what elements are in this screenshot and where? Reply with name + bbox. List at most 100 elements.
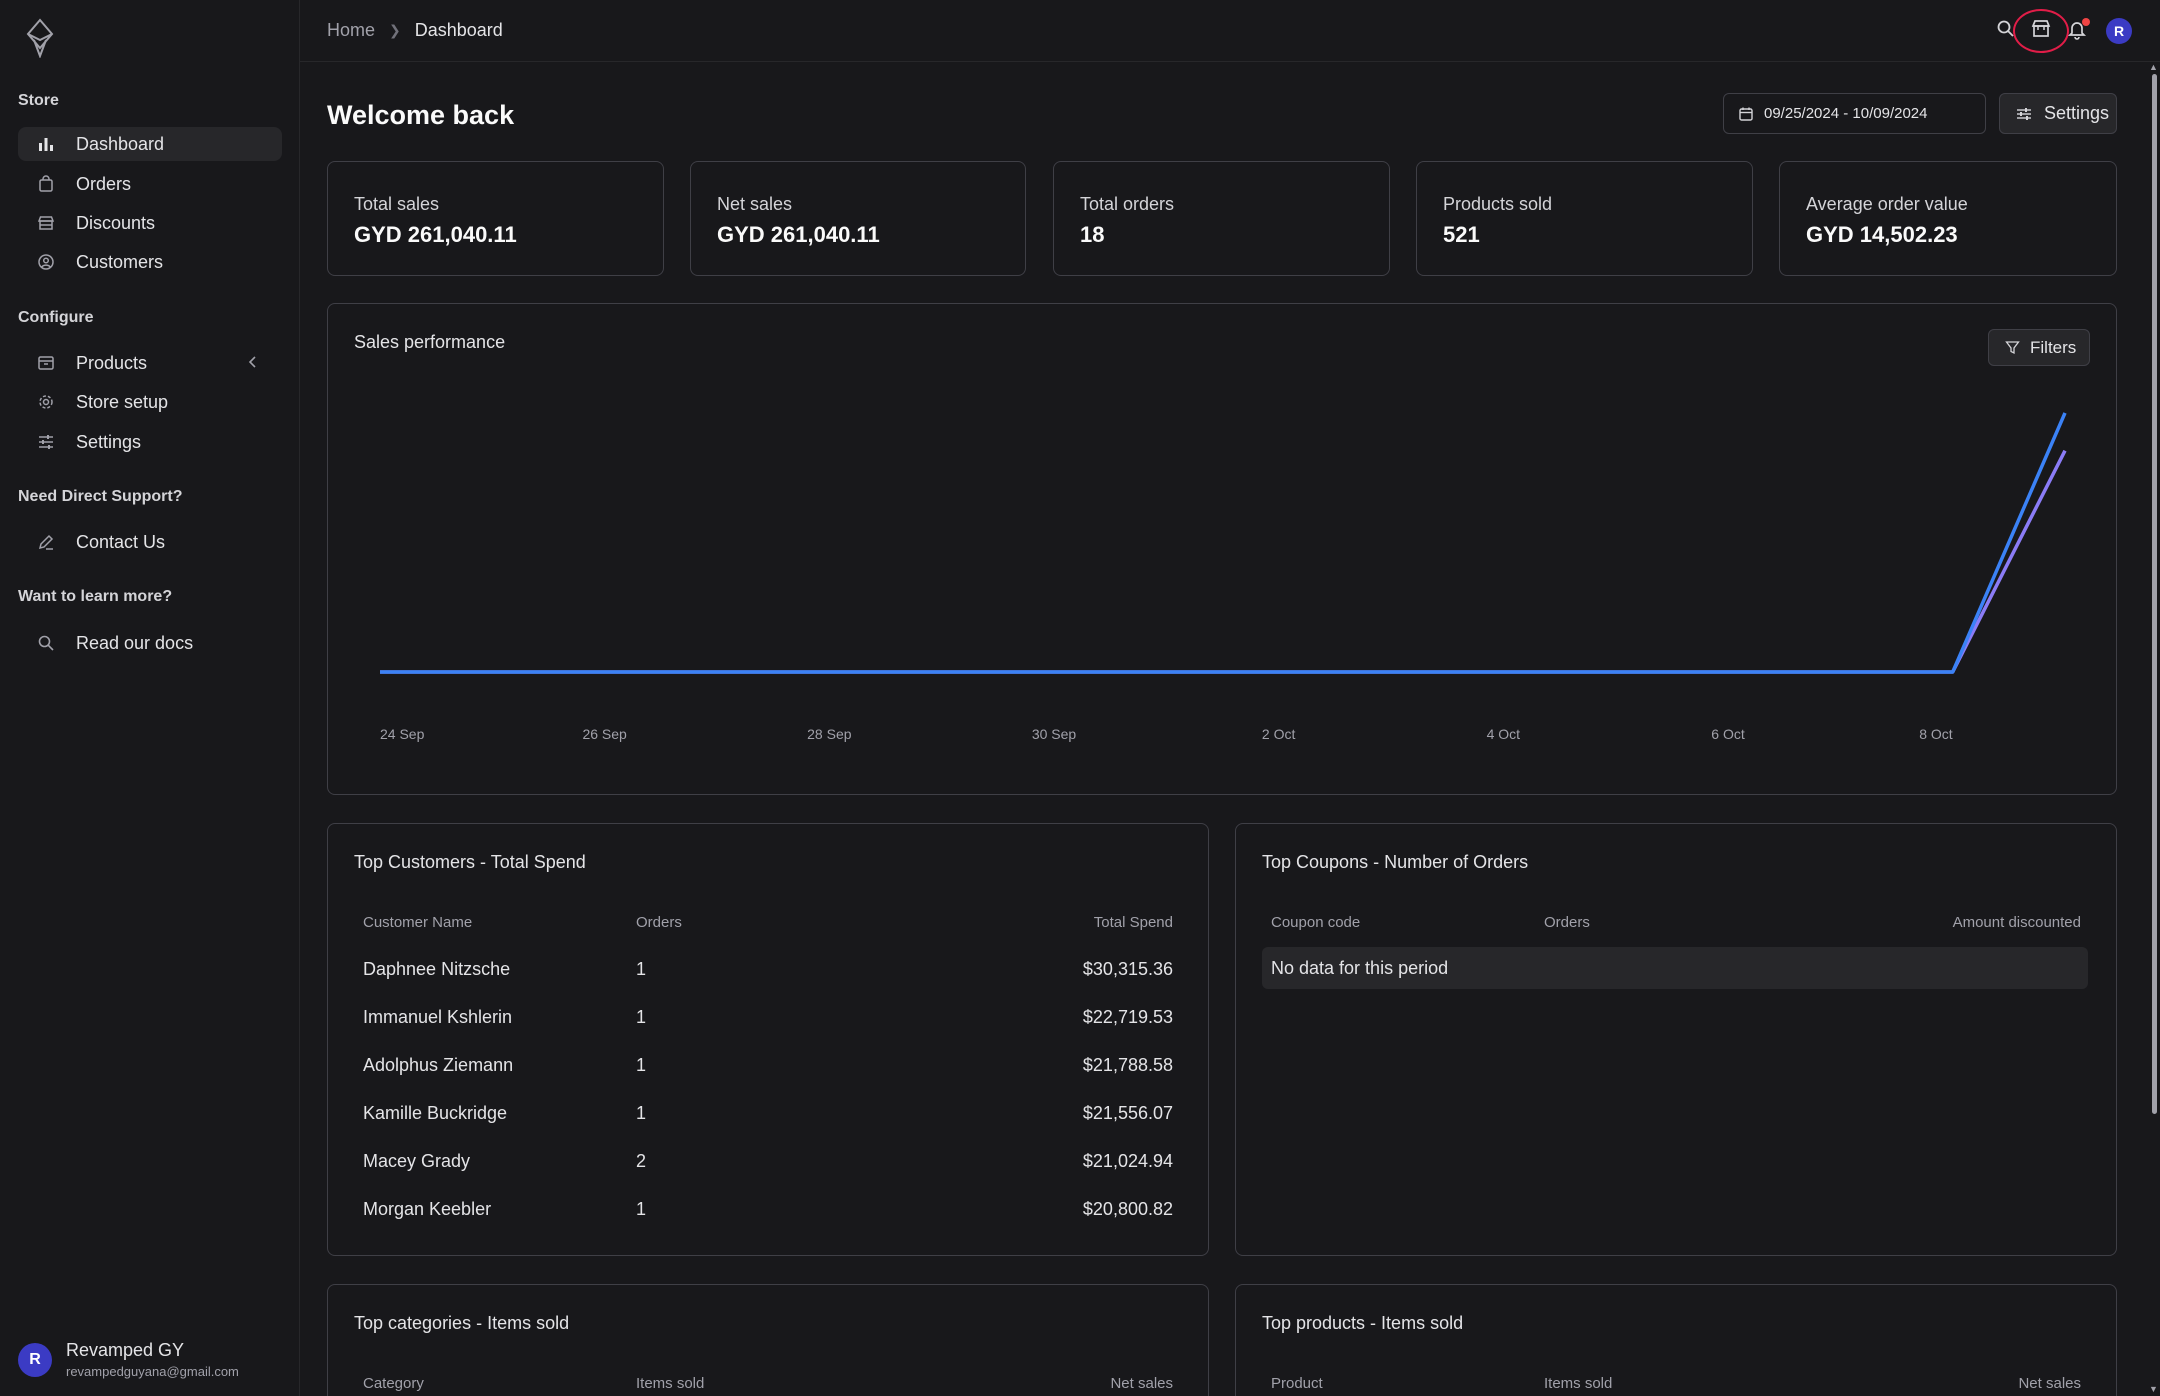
user-circle-icon	[36, 252, 56, 272]
sales-performance-card: Sales performance Filters 24 Sep 26 Sep 28…	[327, 303, 2117, 795]
avatar[interactable]: R	[2106, 18, 2132, 44]
stat-card-total-sales: Total sales GYD 261,040.11	[327, 161, 664, 276]
chevron-right-icon: ❯	[389, 22, 401, 38]
sidebar-item-label: Contact Us	[76, 531, 166, 552]
column-header-orders: Orders	[636, 914, 682, 931]
column-header-orders: Orders	[1544, 914, 1590, 931]
store-icon	[36, 213, 56, 233]
customer-name: Morgan Keebler	[363, 1199, 492, 1219]
x-tick-label: 2 Oct	[1262, 726, 1296, 742]
sidebar-item-contact-us[interactable]: Contact Us	[18, 525, 282, 559]
top-bar: Home ❯ Dashboard R	[300, 0, 2160, 62]
stat-card-total-orders: Total orders 18	[1053, 161, 1390, 276]
x-tick-label: 30 Sep	[1032, 726, 1077, 742]
sidebar-item-dashboard[interactable]: Dashboard	[18, 127, 282, 161]
x-tick-label: 8 Oct	[1919, 726, 1953, 742]
scroll-up-icon[interactable]: ▲	[2149, 62, 2159, 72]
sidebar-item-label: Customers	[76, 251, 164, 272]
column-header-category: Category	[363, 1375, 424, 1392]
breadcrumb-current: Dashboard	[414, 20, 503, 40]
stat-value: GYD 261,040.11	[717, 222, 880, 247]
column-header-product: Product	[1271, 1375, 1323, 1392]
stat-value: GYD 14,502.23	[1806, 222, 1958, 247]
customer-name: Daphnee Nitzsche	[363, 959, 511, 979]
x-tick-label: 24 Sep	[380, 726, 425, 742]
shopping-bag-icon	[36, 174, 56, 194]
bar-chart-icon	[36, 134, 56, 154]
page-title: Welcome back	[327, 100, 515, 130]
breadcrumb-home[interactable]: Home	[327, 20, 375, 41]
scroll-thumb[interactable]	[2152, 74, 2157, 1114]
stat-card-products-sold: Products sold 521	[1416, 161, 1753, 276]
sidebar-item-label: Discounts	[76, 212, 156, 233]
column-header-net-sales: Net sales	[1110, 1375, 1173, 1392]
sidebar-item-label: Orders	[76, 173, 132, 194]
user-account[interactable]: R Revamped GY revampedguyana@gmail.com	[18, 1340, 239, 1379]
x-tick-label: 28 Sep	[807, 726, 852, 742]
customer-name: Kamille Buckridge	[363, 1103, 508, 1123]
box-icon	[36, 353, 56, 373]
order-count: 1	[636, 1199, 647, 1219]
column-header-items-sold: Items sold	[636, 1375, 705, 1392]
nav-section-support: Need Direct Support?	[18, 488, 183, 505]
date-range-value: 09/25/2024 - 10/09/2024	[1764, 105, 1928, 122]
column-header-amount-discounted: Amount discounted	[1952, 914, 2081, 931]
total-spend: $20,800.82	[1082, 1199, 1173, 1219]
nav-section-configure: Configure	[18, 309, 94, 326]
sliders-icon	[36, 432, 56, 452]
card-title: Top categories - Items sold	[354, 1313, 570, 1333]
settings-button[interactable]: Settings	[1999, 93, 2117, 134]
sidebar-item-label: Read our docs	[76, 632, 194, 653]
store-icon[interactable]	[2030, 18, 2054, 42]
sidebar: Store Dashboard Orders Discounts Custome…	[0, 0, 300, 1396]
user-name: Revamped GY	[66, 1340, 185, 1360]
bell-icon[interactable]	[2066, 18, 2090, 42]
sidebar-item-label: Products	[76, 352, 148, 373]
sidebar-item-read-docs[interactable]: Read our docs	[18, 626, 282, 660]
stat-label: Total sales	[354, 194, 440, 214]
card-title: Top Customers - Total Spend	[354, 852, 586, 872]
stat-value: GYD 261,040.11	[354, 222, 517, 247]
total-spend: $22,719.53	[1082, 1007, 1173, 1027]
x-tick-label: 6 Oct	[1711, 726, 1745, 742]
x-tick-label: 4 Oct	[1487, 726, 1521, 742]
stat-label: Total orders	[1080, 194, 1175, 214]
customer-name: Immanuel Kshlerin	[363, 1007, 513, 1027]
card-title: Top Coupons - Number of Orders	[1262, 852, 1529, 872]
order-count: 1	[636, 1007, 647, 1027]
avatar: R	[18, 1342, 52, 1377]
column-header-net-sales: Net sales	[2018, 1375, 2081, 1392]
nav-section-learn: Want to learn more?	[18, 588, 173, 605]
customer-name: Adolphus Ziemann	[363, 1055, 514, 1075]
series-line-1	[380, 449, 2067, 674]
sidebar-item-label: Dashboard	[76, 133, 165, 154]
column-header-total-spend: Total Spend	[1093, 914, 1173, 931]
date-range-picker[interactable]: 09/25/2024 - 10/09/2024	[1723, 93, 1986, 134]
chevron-left-icon[interactable]	[246, 355, 260, 369]
gear-icon	[36, 392, 56, 412]
stat-label: Products sold	[1443, 194, 1553, 214]
sidebar-item-discounts[interactable]: Discounts	[18, 206, 282, 240]
sidebar-item-customers[interactable]: Customers	[18, 245, 282, 279]
user-email: revampedguyana@gmail.com	[66, 1364, 239, 1379]
nav-section-store: Store	[18, 92, 59, 109]
scroll-down-icon[interactable]: ▼	[2149, 1384, 2159, 1394]
stat-card-average-order-value: Average order value GYD 14,502.23	[1779, 161, 2117, 276]
stat-value: 18	[1080, 222, 1105, 247]
sidebar-item-settings[interactable]: Settings	[18, 425, 282, 459]
sidebar-item-store-setup[interactable]: Store setup	[18, 385, 282, 419]
total-spend: $21,556.07	[1082, 1103, 1173, 1123]
stat-label: Average order value	[1806, 194, 1968, 214]
sidebar-item-products[interactable]: Products	[18, 346, 282, 380]
sidebar-item-orders[interactable]: Orders	[18, 167, 282, 201]
order-count: 1	[636, 959, 647, 979]
pencil-icon	[36, 532, 56, 552]
total-spend: $21,788.58	[1082, 1055, 1173, 1075]
customer-name: Macey Grady	[363, 1151, 471, 1171]
x-tick-label: 26 Sep	[582, 726, 627, 742]
total-spend: $30,315.36	[1082, 959, 1173, 979]
search-icon	[36, 633, 56, 653]
empty-state-row: No data for this period	[1262, 947, 2088, 989]
page-scrollbar[interactable]: ▲ ▼	[2148, 62, 2160, 1396]
top-coupons-card: Top Coupons - Number of Orders Coupon co…	[1235, 823, 2117, 1256]
